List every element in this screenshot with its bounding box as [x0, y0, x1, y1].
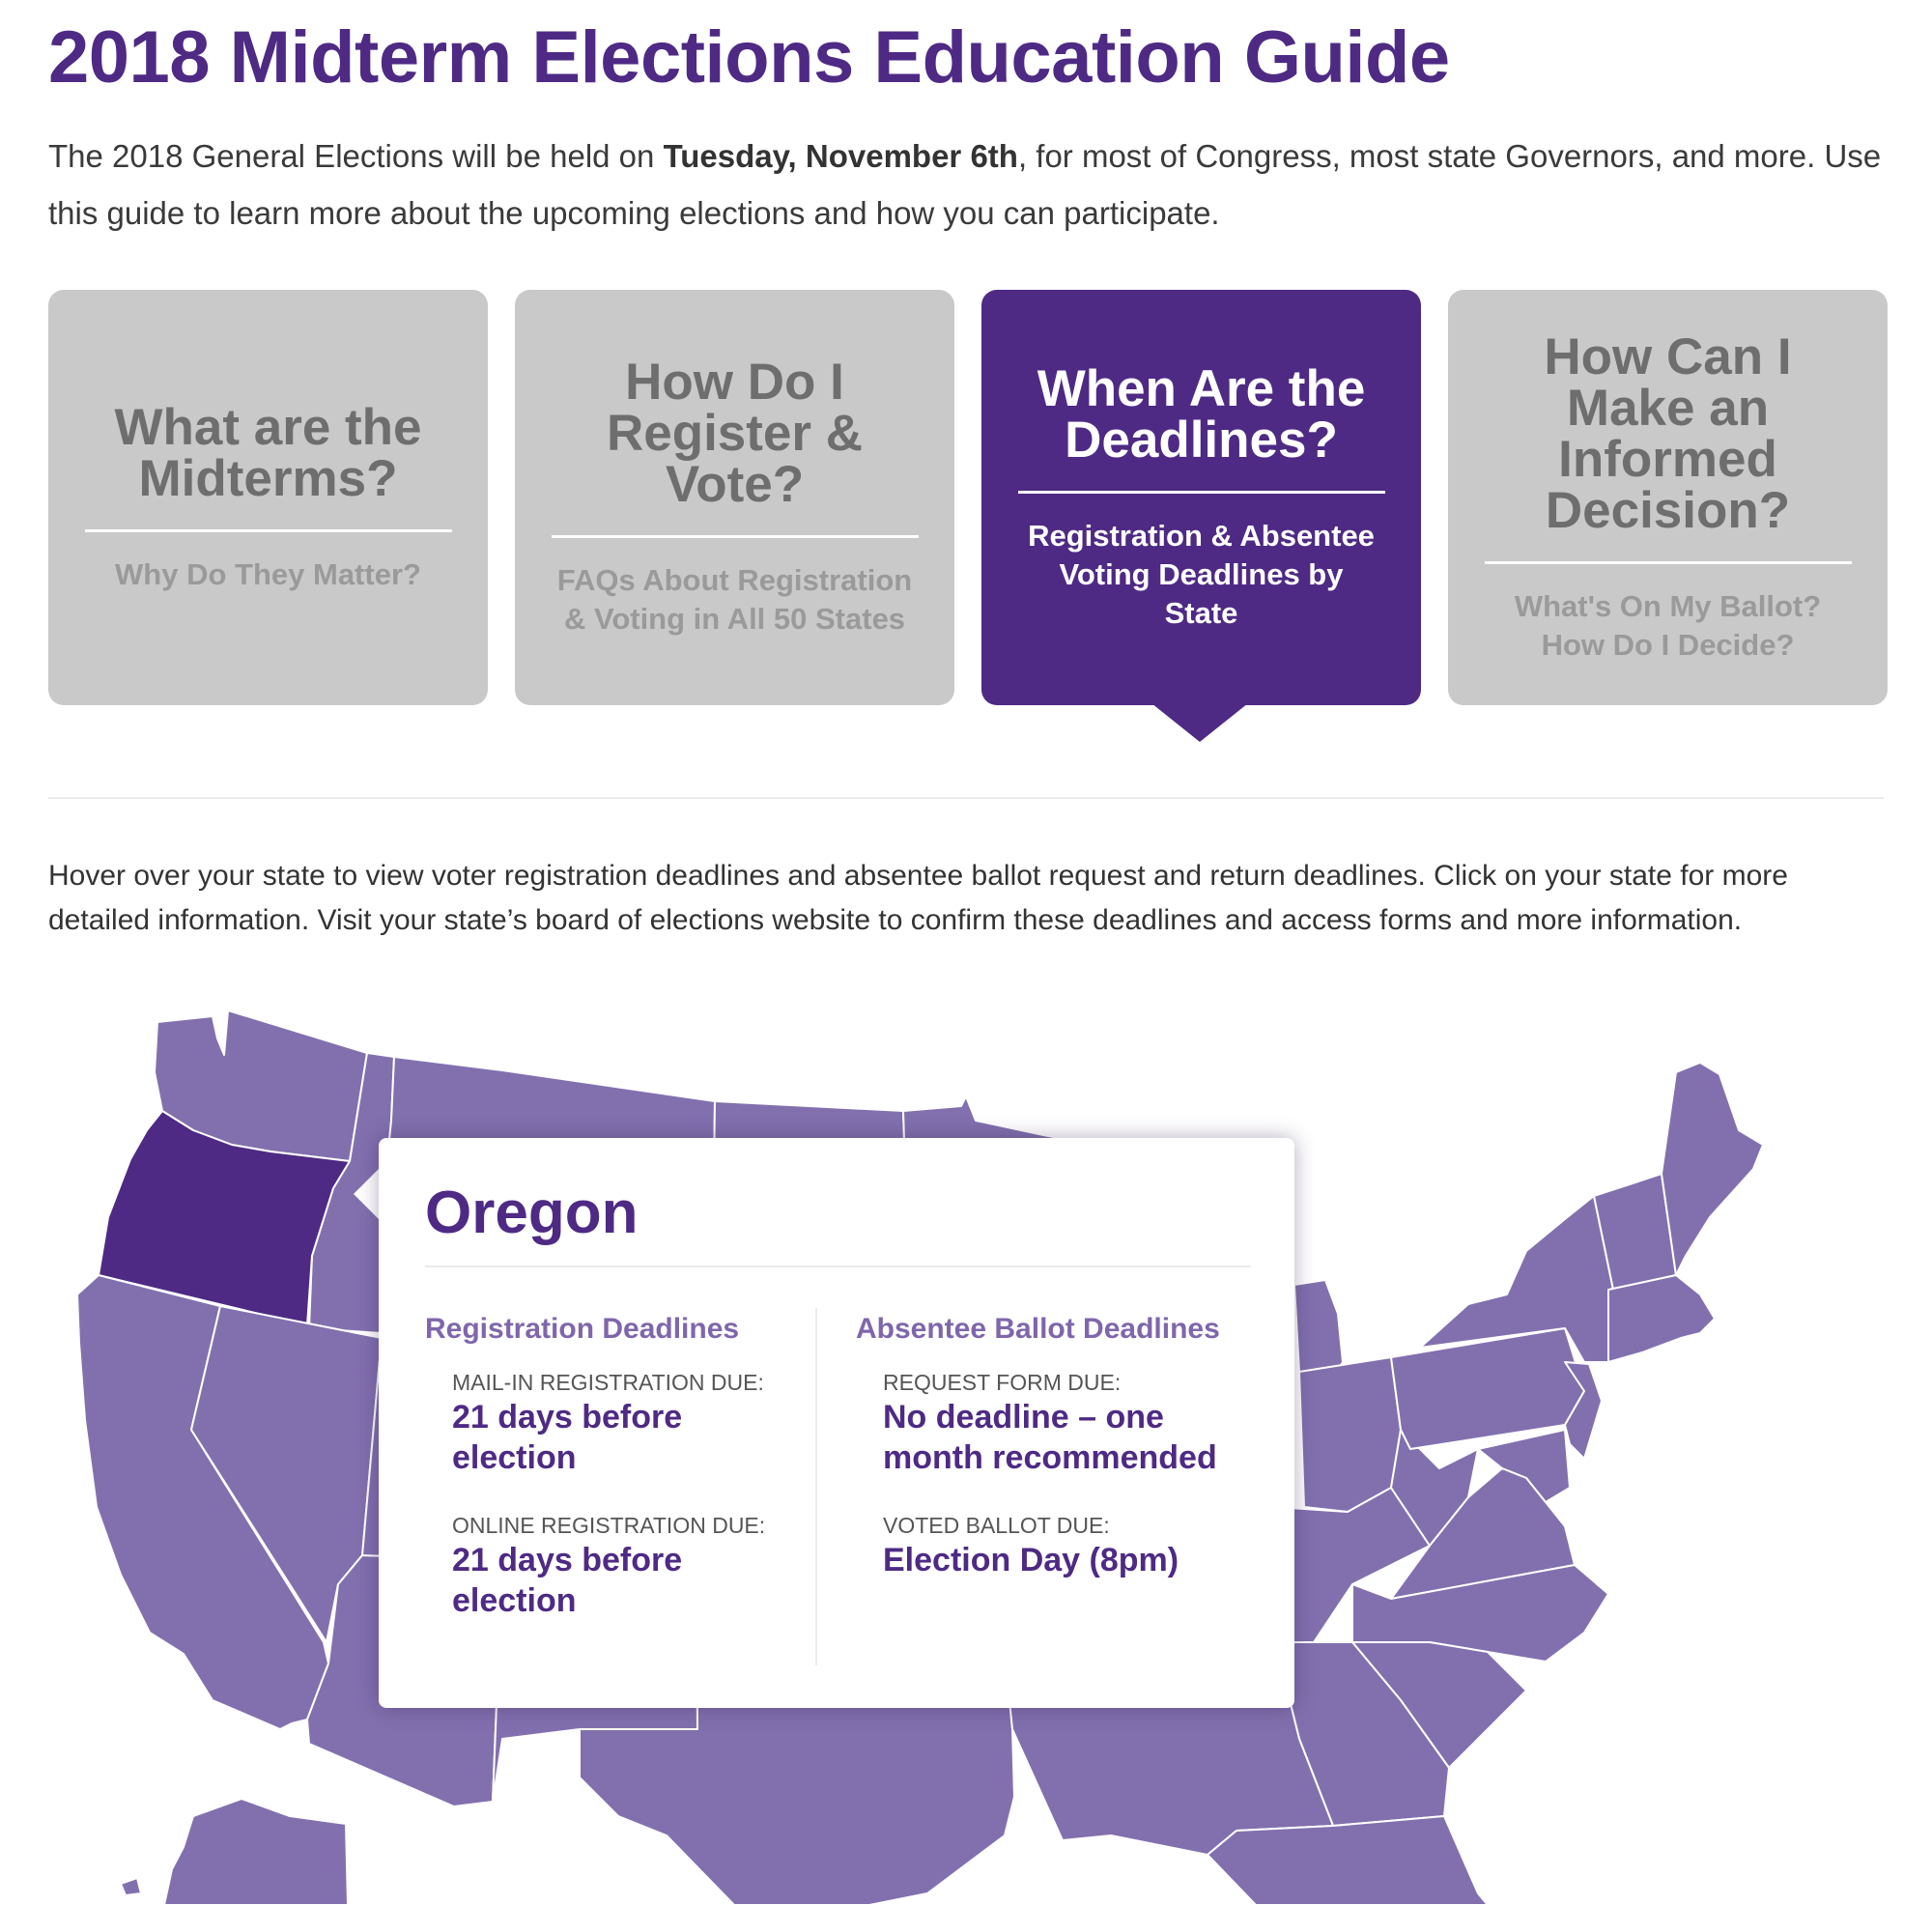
deadline-value: 21 days before election — [452, 1542, 683, 1619]
election-date: Tuesday, November 6th — [663, 138, 1018, 174]
card-divider — [1484, 560, 1852, 564]
card-what-are-midterms[interactable]: What are the Midterms? Why Do They Matte… — [48, 290, 488, 705]
absentee-heading: Absentee Ballot Deadlines — [856, 1313, 1220, 1345]
card-informed-decision[interactable]: How Can I Make an Informed Decision? Wha… — [1448, 290, 1888, 705]
deadline-label: MAIL-IN REGISTRATION DUE: — [452, 1370, 764, 1395]
deadline-value: No deadline – one month recommended — [883, 1399, 1217, 1476]
deadline-label: ONLINE REGISTRATION DUE: — [452, 1513, 766, 1538]
request-form: REQUEST FORM DUE: No deadline – one mont… — [883, 1368, 1262, 1478]
card-divider — [551, 535, 919, 538]
card-title: What are the Midterms? — [114, 398, 422, 507]
online-registration: ONLINE REGISTRATION DUE: 21 days before … — [452, 1511, 792, 1621]
intro-text-start: The 2018 General Elections will be held … — [48, 138, 664, 174]
card-subtitle: Registration & Absentee Voting Deadlines… — [1028, 518, 1375, 630]
tooltip-state-name: Oregon — [425, 1180, 639, 1246]
card-how-register-vote[interactable]: How Do I Register & Vote? FAQs About Reg… — [515, 290, 954, 705]
active-card-pointer — [1151, 703, 1248, 742]
state-massachusetts-ct-ri[interactable] — [1607, 1274, 1716, 1363]
card-divider — [1017, 490, 1385, 494]
state-florida[interactable] — [1207, 1815, 1489, 1905]
section-divider — [48, 797, 1884, 799]
registration-deadlines: Registration Deadlines MAIL-IN REGISTRAT… — [425, 1310, 792, 1654]
state-ohio[interactable] — [1298, 1356, 1402, 1513]
deadline-value: 21 days before election — [452, 1399, 683, 1476]
mail-in-registration: MAIL-IN REGISTRATION DUE: 21 days before… — [452, 1368, 792, 1478]
tooltip-pointer — [354, 1167, 381, 1221]
card-title: When Are the Deadlines? — [1037, 359, 1366, 469]
card-title: How Can I Make an Informed Decision? — [1544, 327, 1792, 539]
card-divider — [84, 528, 452, 532]
tooltip-divider — [425, 1265, 1251, 1267]
registration-heading: Registration Deadlines — [425, 1313, 740, 1345]
voted-ballot: VOTED BALLOT DUE: Election Day (8pm) — [883, 1511, 1262, 1580]
card-title: How Do I Register & Vote? — [606, 354, 864, 513]
card-subtitle: What's On My Ballot? How Do I Decide? — [1514, 588, 1822, 662]
state-maine[interactable] — [1661, 1062, 1764, 1276]
card-subtitle: FAQs About Registration & Voting in All … — [556, 563, 913, 636]
card-when-deadlines[interactable]: When Are the Deadlines? Registration & A… — [981, 290, 1421, 705]
page-title: 2018 Midterm Elections Education Guide — [48, 16, 1450, 99]
intro-text: The 2018 General Elections will be held … — [48, 128, 1903, 242]
state-alaska[interactable] — [163, 1798, 349, 1905]
state-alaska-island[interactable] — [120, 1877, 142, 1896]
deadline-label: VOTED BALLOT DUE: — [883, 1513, 1110, 1538]
state-tooltip: Oregon Registration Deadlines MAIL-IN RE… — [379, 1138, 1294, 1708]
map-instructions: Hover over your state to view voter regi… — [48, 860, 1788, 936]
absentee-deadlines: Absentee Ballot Deadlines REQUEST FORM D… — [856, 1310, 1262, 1613]
deadline-value: Election Day (8pm) — [883, 1542, 1179, 1578]
tooltip-column-divider — [815, 1308, 817, 1665]
card-subtitle: Why Do They Matter? — [115, 556, 421, 591]
deadline-label: REQUEST FORM DUE: — [883, 1370, 1122, 1395]
